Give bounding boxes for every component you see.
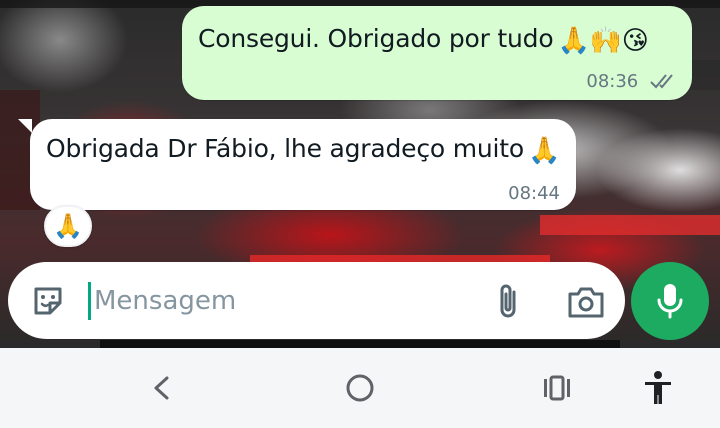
message-composer (8, 262, 625, 339)
message-time: 08:44 (508, 183, 560, 204)
emoji-reactions-inline: 🙏🙌😘 (557, 26, 649, 56)
paperclip-icon[interactable] (488, 280, 528, 322)
text-cursor (88, 282, 91, 320)
camera-icon[interactable] (566, 284, 606, 320)
accessibility-icon[interactable] (640, 370, 676, 406)
message-meta: 08:36 (586, 71, 676, 92)
message-time: 08:36 (586, 71, 639, 92)
outgoing-message-bubble[interactable]: Consegui. Obrigado por tudo 🙏🙌😘 08:36 (182, 6, 692, 100)
system-navigation-bar (0, 348, 720, 428)
message-meta: 08:44 (508, 183, 560, 204)
message-text: Obrigada Dr Fábio, lhe agradeço muito 🙏 (46, 134, 561, 166)
microphone-icon (657, 284, 683, 319)
incoming-message-bubble[interactable]: Obrigada Dr Fábio, lhe agradeço muito 🙏 0… (18, 119, 576, 210)
recents-icon[interactable] (540, 370, 574, 406)
emoji-inline: 🙏 (527, 136, 561, 166)
message-input[interactable] (94, 280, 474, 322)
home-circle-icon[interactable] (344, 370, 376, 406)
double-check-icon (650, 74, 673, 89)
back-chevron-icon[interactable] (148, 370, 174, 406)
sticker-icon[interactable] (30, 283, 66, 319)
message-text: Consegui. Obrigado por tudo 🙏🙌😘 (198, 24, 649, 56)
voice-message-button[interactable] (631, 262, 709, 340)
message-reaction-badge[interactable]: 🙏 (44, 205, 92, 247)
bubble-tail (18, 119, 32, 133)
